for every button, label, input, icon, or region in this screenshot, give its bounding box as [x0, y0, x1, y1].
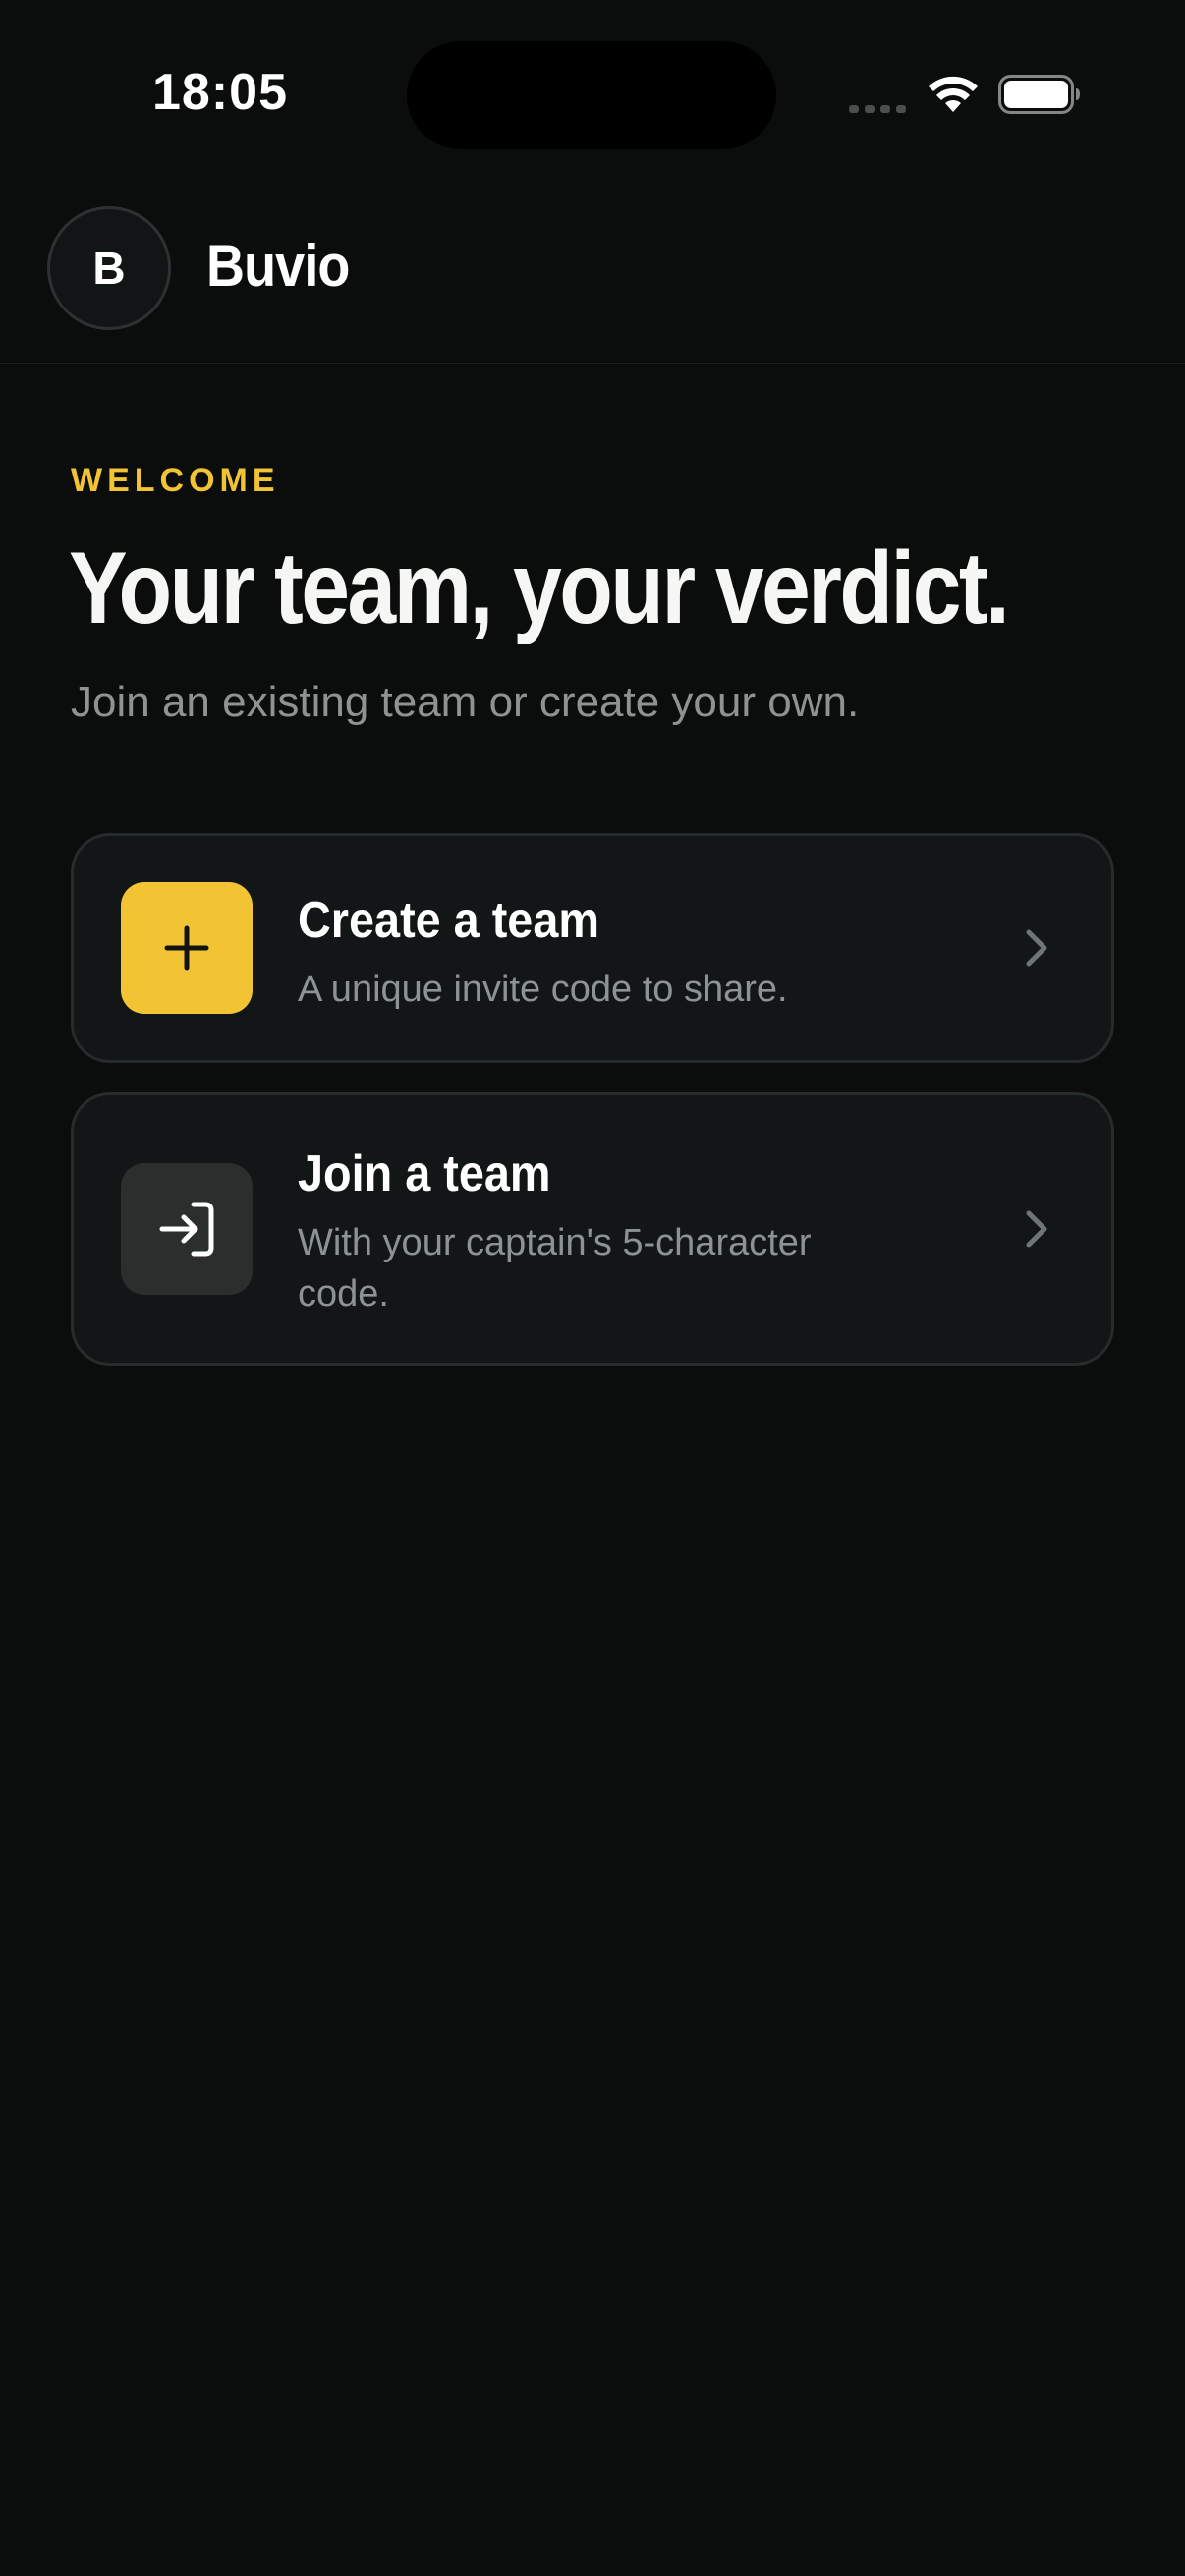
app-name: Buvio: [206, 233, 350, 299]
join-team-description: With your captain's 5-character code.: [298, 1222, 812, 1315]
page-title: Your team, your verdict.: [69, 532, 1010, 645]
wifi-icon: [929, 76, 978, 112]
signal-icon: [849, 105, 906, 113]
plus-icon: [164, 925, 209, 971]
chevron-right-icon: [1026, 1210, 1047, 1248]
join-team-title: Join a team: [298, 1146, 551, 1203]
app-header: B Buvio: [0, 187, 1185, 364]
create-team-title: Create a team: [298, 892, 599, 949]
status-bar: 18:05: [0, 0, 1185, 187]
welcome-eyebrow: WELCOME: [71, 462, 280, 499]
create-team-icon-tile: [121, 882, 253, 1014]
dynamic-island: [407, 41, 776, 149]
status-time: 18:05: [152, 64, 288, 121]
join-team-icon-tile: [121, 1163, 253, 1295]
avatar-initial: B: [92, 243, 126, 294]
battery-icon: [998, 75, 1080, 114]
chevron-right-icon: [1026, 929, 1047, 967]
avatar[interactable]: B: [47, 206, 171, 330]
page-subtitle: Join an existing team or create your own…: [71, 678, 860, 726]
sign-in-icon: [159, 1202, 214, 1257]
create-team-description: A unique invite code to share.: [298, 969, 788, 1010]
create-team-card[interactable]: Create a team A unique invite code to sh…: [71, 833, 1114, 1063]
join-team-card[interactable]: Join a team With your captain's 5-charac…: [71, 1092, 1114, 1366]
